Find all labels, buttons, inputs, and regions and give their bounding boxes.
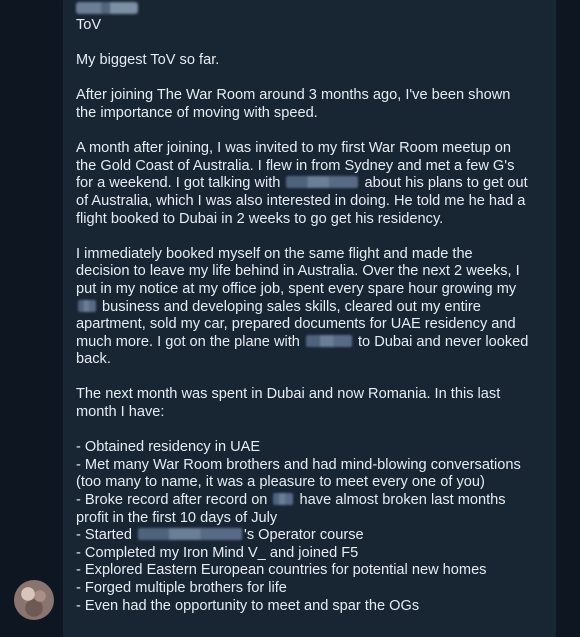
message-line: A month after joining, I was invited to … bbox=[76, 140, 546, 158]
redacted-name bbox=[138, 528, 243, 541]
message-line-text: profit in the first 10 days of July bbox=[76, 509, 278, 526]
redacted-name bbox=[286, 176, 359, 189]
message-line: put in my notice at my office job, spent… bbox=[76, 281, 546, 299]
message-line-text: - Obtained residency in UAE bbox=[76, 439, 261, 456]
message-line: - Explored Eastern European countries fo… bbox=[76, 562, 546, 580]
message-line: ToV bbox=[76, 17, 546, 35]
message-line: After joining The War Room around 3 mont… bbox=[76, 87, 546, 105]
message-line-text: to Dubai and never looked bbox=[353, 333, 529, 350]
message-line-text: about his plans to get out bbox=[360, 175, 528, 192]
message-line: the Gold Coast of Australia. I flew in f… bbox=[76, 158, 546, 176]
message-line-text: put in my notice at my office job, spent… bbox=[76, 280, 517, 297]
message-line-text: the Gold Coast of Australia. I flew in f… bbox=[76, 157, 515, 174]
message-line: of Australia, which I was also intereste… bbox=[76, 193, 546, 211]
chat-background: ToV My biggest ToV so far. After joining T… bbox=[0, 0, 580, 637]
message-line: flight booked to Dubai in 2 weeks to go … bbox=[76, 211, 546, 229]
message-line-text: 's Operator course bbox=[244, 527, 364, 544]
message-bubble[interactable]: ToV My biggest ToV so far. After joining T… bbox=[63, 0, 556, 637]
message-line-text: for a weekend. I got talking with bbox=[76, 175, 285, 192]
message-line: - Forged multiple brothers for life bbox=[76, 580, 546, 598]
redacted-name bbox=[78, 299, 96, 312]
message-line-text: A month after joining, I was invited to … bbox=[76, 140, 512, 157]
message-line: I immediately booked myself on the same … bbox=[76, 246, 546, 264]
message-line-text: After joining The War Room around 3 mont… bbox=[76, 87, 511, 104]
message-line-text: of Australia, which I was also intereste… bbox=[76, 192, 526, 209]
redacted-name bbox=[273, 493, 294, 506]
message-line-text: - Broke record after record on bbox=[76, 492, 272, 509]
message-line-text: My biggest ToV so far. bbox=[76, 52, 220, 69]
sender-avatar[interactable] bbox=[14, 580, 54, 620]
message-line-text: much more. I got on the plane with bbox=[76, 333, 304, 350]
message-line-text: - Met many War Room brothers and had min… bbox=[76, 456, 521, 473]
message-line: month I have: bbox=[76, 404, 546, 422]
message-line-text: - Even had the opportunity to meet and s… bbox=[76, 597, 420, 614]
message-line: the importance of moving with speed. bbox=[76, 105, 546, 123]
message-line: - Obtained residency in UAE bbox=[76, 439, 546, 457]
message-line-text: have almost broken last months bbox=[295, 492, 506, 509]
message-line: much more. I got on the plane with to Du… bbox=[76, 334, 546, 352]
message-line-text: - Explored Eastern European countries fo… bbox=[76, 562, 487, 579]
message-line-text: - Started bbox=[76, 527, 137, 544]
message-line: - Completed my Iron Mind V_ and joined F… bbox=[76, 545, 546, 563]
message-line-text: - Forged multiple brothers for life bbox=[76, 580, 287, 596]
redacted-name bbox=[305, 334, 352, 347]
message-line: The next month was spent in Dubai and no… bbox=[76, 386, 546, 404]
message-line-text: back. bbox=[76, 351, 111, 368]
message-line: - Met many War Room brothers and had min… bbox=[76, 457, 546, 475]
message-line: profit in the first 10 days of July bbox=[76, 510, 546, 528]
message-line-text: decision to leave my life behind in Aust… bbox=[76, 263, 520, 280]
message-line: back. bbox=[76, 351, 546, 369]
message-line: - Started 's Operator course bbox=[76, 527, 546, 545]
message-line-text: I immediately booked myself on the same … bbox=[76, 245, 473, 262]
message-line-text: business and developing sales skills, cl… bbox=[98, 298, 481, 315]
message-line: business and developing sales skills, cl… bbox=[76, 299, 546, 317]
message-line: - Even had the opportunity to meet and s… bbox=[76, 598, 546, 616]
message-line-text: (too many to name, it was a pleasure to … bbox=[76, 474, 485, 491]
message-line: My biggest ToV so far. bbox=[76, 52, 546, 70]
message-line-text: - Completed my Iron Mind V_ and joined F… bbox=[76, 544, 359, 561]
message-line: decision to leave my life behind in Aust… bbox=[76, 263, 546, 281]
message-line-text: The next month was spent in Dubai and no… bbox=[76, 386, 501, 403]
message-text: ToV My biggest ToV so far. After joining T… bbox=[76, 17, 546, 615]
sender-name-redacted[interactable] bbox=[76, 2, 138, 14]
message-line: - Broke record after record on have almo… bbox=[76, 492, 546, 510]
message-line-text: flight booked to Dubai in 2 weeks to go … bbox=[76, 210, 444, 227]
message-line-text: the importance of moving with speed. bbox=[76, 104, 318, 121]
message-line-text: ToV bbox=[76, 17, 102, 33]
message-line: apartment, sold my car, prepared documen… bbox=[76, 316, 546, 334]
message-line-text: month I have: bbox=[76, 404, 165, 421]
message-line-text: apartment, sold my car, prepared documen… bbox=[76, 316, 516, 333]
message-line: (too many to name, it was a pleasure to … bbox=[76, 474, 546, 492]
message-line: for a weekend. I got talking with about … bbox=[76, 175, 546, 193]
